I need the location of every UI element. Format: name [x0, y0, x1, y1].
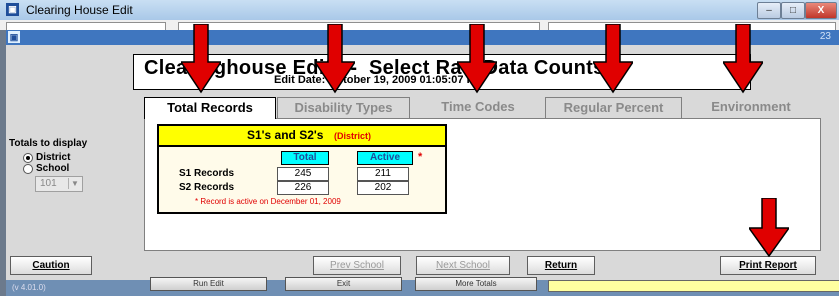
chevron-down-icon[interactable]: ▼	[68, 178, 81, 189]
more-totals-button[interactable]: More Totals	[415, 277, 537, 291]
window-controls: – □ X	[757, 2, 837, 19]
run-edit-button[interactable]: Run Edit	[150, 277, 267, 291]
arrow-down-icon	[181, 24, 221, 94]
totals-label: Totals to display	[9, 138, 88, 149]
radio-school-label: School	[36, 163, 70, 174]
s1-total: 245	[277, 167, 329, 181]
edit-date: Edit Date: October 19, 2009 01:05:07 PM	[274, 74, 484, 86]
version-label: (v 4.01.0)	[12, 283, 46, 292]
window-titlebar[interactable]: ▣ Clearing House Edit – □ X	[0, 0, 839, 21]
header-box: Clearinghouse Edit -- Select Raw Data Co…	[133, 54, 751, 90]
status-strip	[548, 280, 839, 292]
mdi-close-button[interactable]: 23	[820, 31, 831, 42]
arrow-down-icon	[315, 24, 355, 94]
minimize-button[interactable]: –	[757, 2, 781, 19]
tab-regular-percent[interactable]: Regular Percent	[545, 97, 682, 119]
row-label: S1 Records	[179, 168, 235, 179]
prev-school-button[interactable]: Prev School	[313, 256, 401, 275]
caution-button[interactable]: Caution	[10, 256, 92, 275]
s1-active: 211	[357, 167, 409, 181]
radio-district[interactable]	[23, 153, 33, 163]
tab-environment[interactable]: Environment	[690, 97, 812, 117]
school-select-value: 101	[40, 178, 57, 189]
active-marker: *	[418, 151, 423, 163]
tab-disability-types[interactable]: Disability Types	[277, 97, 410, 119]
tab-total-records[interactable]: Total Records	[144, 97, 276, 119]
close-button[interactable]: X	[805, 2, 837, 19]
return-button[interactable]: Return	[527, 256, 595, 275]
arrow-down-icon	[593, 24, 633, 94]
card-subtitle: (District)	[334, 131, 372, 141]
records-card: S1's and S2's (District) Total Active * …	[157, 124, 447, 214]
print-report-button[interactable]: Print Report	[720, 256, 816, 275]
radio-school[interactable]	[23, 164, 33, 174]
card-title: S1's and S2's	[247, 128, 324, 142]
school-select[interactable]: 101 ▼	[35, 176, 83, 192]
mdi-icon: ▣	[8, 31, 20, 43]
mdi-titlebar[interactable]: ▣ 23	[6, 30, 839, 45]
maximize-button[interactable]: □	[781, 2, 805, 19]
s2-active: 202	[357, 181, 409, 195]
window-title: Clearing House Edit	[26, 3, 133, 17]
column-active: Active	[357, 151, 413, 165]
arrow-down-icon	[723, 24, 763, 94]
card-note: * Record is active on December 01, 2009	[195, 197, 341, 206]
radio-district-label: District	[36, 152, 71, 163]
app-icon: ▣	[6, 3, 19, 16]
exit-button[interactable]: Exit	[285, 277, 402, 291]
row-label: S2 Records	[179, 182, 235, 193]
s2-total: 226	[277, 181, 329, 195]
card-header: S1's and S2's (District)	[159, 126, 445, 147]
next-school-button[interactable]: Next School	[416, 256, 510, 275]
arrow-down-icon	[457, 24, 497, 94]
background-strip	[0, 20, 839, 32]
column-total: Total	[281, 151, 329, 165]
tab-time-codes[interactable]: Time Codes	[418, 97, 538, 117]
arrow-down-icon	[749, 198, 789, 258]
